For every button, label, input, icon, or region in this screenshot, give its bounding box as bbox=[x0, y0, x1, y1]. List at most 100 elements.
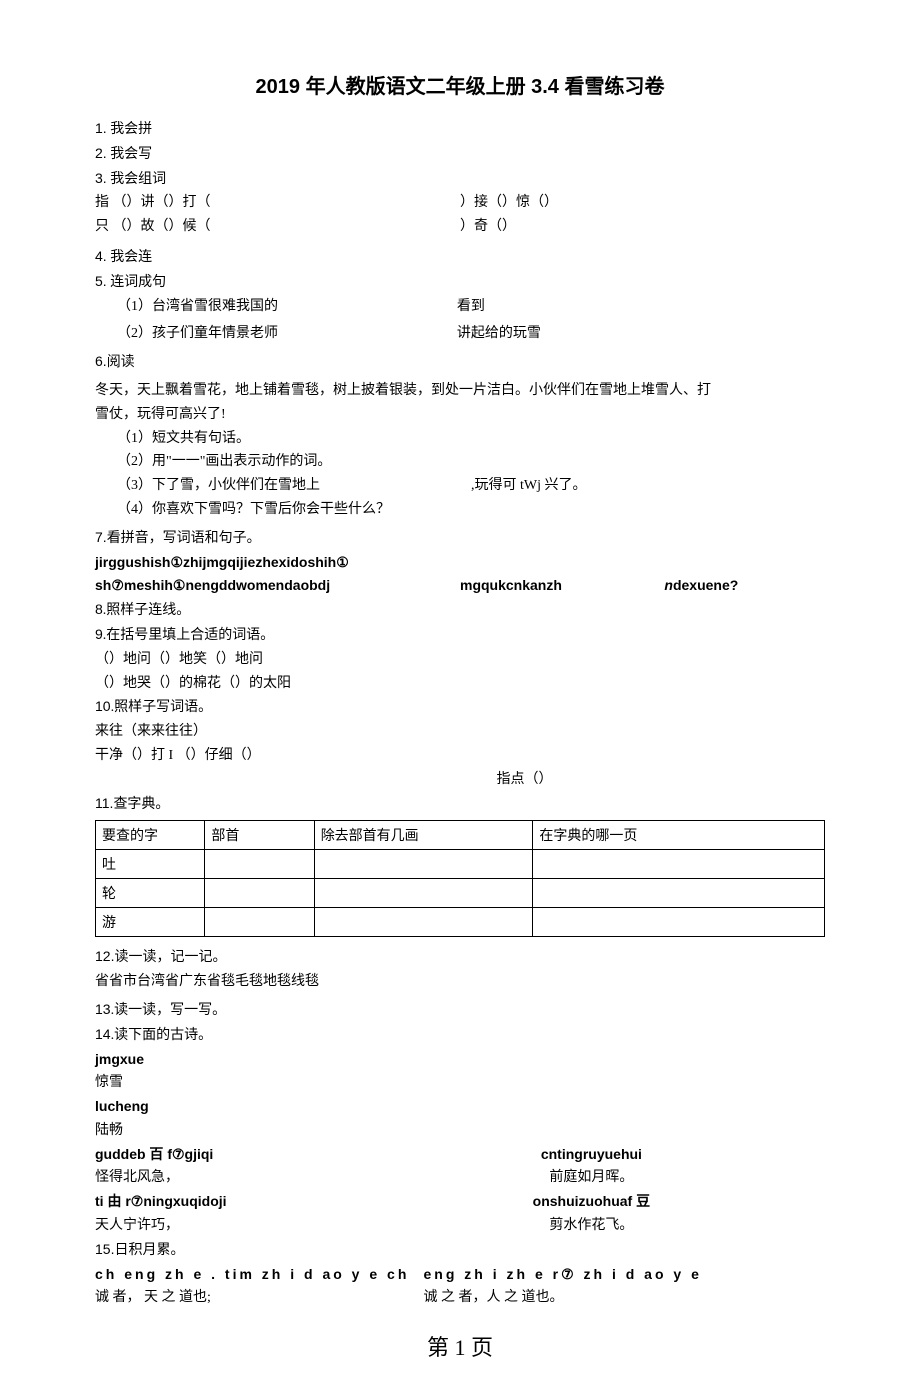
q14-l2-right-cn: 剪水作花飞。 bbox=[445, 1214, 737, 1238]
th-strokes: 除去部首有几画 bbox=[314, 821, 533, 850]
q12-head-text: 读一读，记一记。 bbox=[114, 950, 226, 965]
q1-text: 我会拼 bbox=[110, 122, 152, 137]
table-row: 轮 bbox=[96, 879, 825, 908]
cell-char-3: 游 bbox=[96, 908, 205, 937]
q4-num: 4. bbox=[95, 248, 107, 264]
q5: 5. 连词成句 bbox=[95, 270, 825, 295]
q4-text: 我会连 bbox=[110, 250, 152, 265]
q7-pinyin-2-right-i: n bbox=[664, 577, 673, 593]
cell-empty bbox=[314, 908, 533, 937]
table-row: 要查的字 部首 除去部首有几画 在字典的哪一页 bbox=[96, 821, 825, 850]
q5-line2-right: 讲起给的玩雪 bbox=[457, 322, 825, 346]
q13-num: 13 bbox=[95, 1001, 111, 1017]
q15-py-left: ch eng zh e . tim zh i d ao y e ch bbox=[95, 1263, 424, 1287]
q6-s3-left: （3）下了雪，小伙伴们在雪地上 bbox=[117, 474, 471, 498]
q6-s2: （2）用"一一"画出表示动作的词。 bbox=[95, 450, 825, 474]
cell-empty bbox=[205, 908, 314, 937]
q7-pinyin-2-left: sh⑦meshih①nengddwomendaobdj bbox=[95, 574, 460, 598]
q3: 3. 我会组词 bbox=[95, 167, 825, 192]
q14-l1-left-cn: 怪得北风急， bbox=[95, 1166, 445, 1190]
q14-heading: 14.读下面的古诗。 bbox=[95, 1023, 825, 1048]
q14-l1-right-cn: 前庭如月晖。 bbox=[445, 1166, 737, 1190]
page-footer: 第 1 页 bbox=[95, 1330, 825, 1362]
q5-text: 连词成句 bbox=[110, 275, 166, 290]
q8-num: 8 bbox=[95, 601, 103, 617]
q10-heading: 10.照样子写词语。 bbox=[95, 695, 825, 720]
q15-heading: 15.日积月累。 bbox=[95, 1238, 825, 1263]
th-radical: 部首 bbox=[205, 821, 314, 850]
q10-head-text: .照样子写词语。 bbox=[111, 700, 213, 715]
q7-head-text: 看拼音，写词语和句子。 bbox=[107, 531, 261, 546]
q12-num: 12. bbox=[95, 948, 114, 964]
q6-s4: （4）你喜欢下雪吗？下雪后你会干些什么？ bbox=[95, 498, 825, 522]
q2-num: 2. bbox=[95, 145, 107, 161]
cell-empty bbox=[314, 879, 533, 908]
q14-py-title: jmgxue bbox=[95, 1048, 825, 1072]
cell-empty bbox=[533, 850, 825, 879]
q2-text: 我会写 bbox=[110, 147, 152, 162]
q3-line2-left: 只 （）故（）候（ bbox=[95, 215, 460, 239]
page-title: 2019 年人教版语文二年级上册 3.4 看雪练习卷 bbox=[95, 70, 825, 99]
q14-cn-title: 惊雪 bbox=[95, 1071, 825, 1095]
q14-py-author: lucheng bbox=[95, 1095, 825, 1119]
q6-p2: 雪仗，玩得可高兴了! bbox=[95, 403, 825, 427]
q7-pinyin-2-mid: mgqukcnkanzh bbox=[460, 574, 664, 598]
q3-text: 我会组词 bbox=[110, 172, 166, 187]
q4: 4. 我会连 bbox=[95, 245, 825, 270]
q10-r: 指点（） bbox=[497, 768, 826, 792]
q9-num: 9 bbox=[95, 626, 103, 642]
q14-cn-author: 陆畅 bbox=[95, 1119, 825, 1143]
q14-l1-right-py: cntingruyuehui bbox=[445, 1143, 737, 1167]
q10-num: 10 bbox=[95, 698, 111, 714]
q6-s3-right: ,玩得可 tWj 兴了。 bbox=[471, 474, 825, 498]
table-row: 游 bbox=[96, 908, 825, 937]
q5-line1-right: 看到 bbox=[457, 295, 825, 319]
th-char: 要查的字 bbox=[96, 821, 205, 850]
q11-num: 11. bbox=[95, 795, 113, 811]
q8-heading: .照样子连线。 bbox=[103, 603, 191, 618]
q14-l2-left-cn: 天人宁许巧， bbox=[95, 1214, 445, 1238]
q11-table: 要查的字 部首 除去部首有几画 在字典的哪一页 吐 轮 游 bbox=[95, 820, 825, 937]
q15-num: 15. bbox=[95, 1241, 114, 1257]
q6-num: 6. bbox=[95, 353, 107, 369]
q5-line1-left: （1）台湾省雪很难我国的 bbox=[117, 295, 457, 319]
q14-head-text: .读下面的古诗。 bbox=[111, 1028, 213, 1043]
cell-empty bbox=[205, 879, 314, 908]
q5-line2-left: （2）孩子们童年情景老师 bbox=[117, 322, 457, 346]
cell-char-2: 轮 bbox=[96, 879, 205, 908]
q1: 1. 我会拼 bbox=[95, 117, 825, 142]
cell-empty bbox=[533, 908, 825, 937]
q6-p1: 冬天，天上飘着雪花，地上铺着雪毯，树上披着银装，到处一片洁白。小伙伴们在雪地上堆… bbox=[95, 379, 825, 403]
q9-heading: 9.在括号里填上合适的词语。 bbox=[95, 623, 825, 648]
q14-l1-left-py: guddeb 百 f⑦gjiqi bbox=[95, 1143, 445, 1167]
q3-line1-right: ）接（）惊（） bbox=[460, 191, 825, 215]
q14-l2-right-py: onshuizuohuaf 豆 bbox=[445, 1190, 737, 1214]
q13: 13.读一读，写一写。 bbox=[95, 998, 825, 1023]
th-page: 在字典的哪一页 bbox=[533, 821, 825, 850]
q15-cn-left: 诚 者， 天 之 道也; bbox=[95, 1286, 424, 1310]
q6-s1: （1）短文共有句话。 bbox=[95, 427, 825, 451]
q8: 8.照样子连线。 bbox=[95, 598, 825, 623]
q7-heading: 7.看拼音，写词语和句子。 bbox=[95, 526, 825, 551]
q13-heading: .读一读，写一写。 bbox=[111, 1003, 227, 1018]
q6-head-text: 阅读 bbox=[107, 355, 135, 370]
q3-num: 3. bbox=[95, 170, 107, 186]
cell-empty bbox=[205, 850, 314, 879]
q11-heading: 11.查字典。 bbox=[95, 792, 825, 817]
q12-heading: 12.读一读，记一记。 bbox=[95, 945, 825, 970]
q9-head-text: .在括号里填上合适的词语。 bbox=[103, 628, 275, 643]
table-row: 吐 bbox=[96, 850, 825, 879]
q7-pinyin-1: jirggushish①zhijmgqijiezhexidoshih① bbox=[95, 551, 825, 575]
q5-num: 5. bbox=[95, 273, 107, 289]
q1-num: 1. bbox=[95, 120, 107, 136]
q3-line1-left: 指 （）讲（）打（ bbox=[95, 191, 460, 215]
q15-py-right: eng zh i zh e r⑦ zh i d ao y e bbox=[424, 1263, 826, 1287]
q14-num: 14 bbox=[95, 1026, 111, 1042]
q10-l2: 干净（）打 I （）仔细（） bbox=[95, 744, 825, 768]
q2: 2. 我会写 bbox=[95, 142, 825, 167]
q3-line2-right: ）奇（） bbox=[460, 215, 825, 239]
cell-char-1: 吐 bbox=[96, 850, 205, 879]
cell-empty bbox=[314, 850, 533, 879]
q7-num: 7. bbox=[95, 529, 107, 545]
q10-l1: 来往（来来往往） bbox=[95, 720, 825, 744]
